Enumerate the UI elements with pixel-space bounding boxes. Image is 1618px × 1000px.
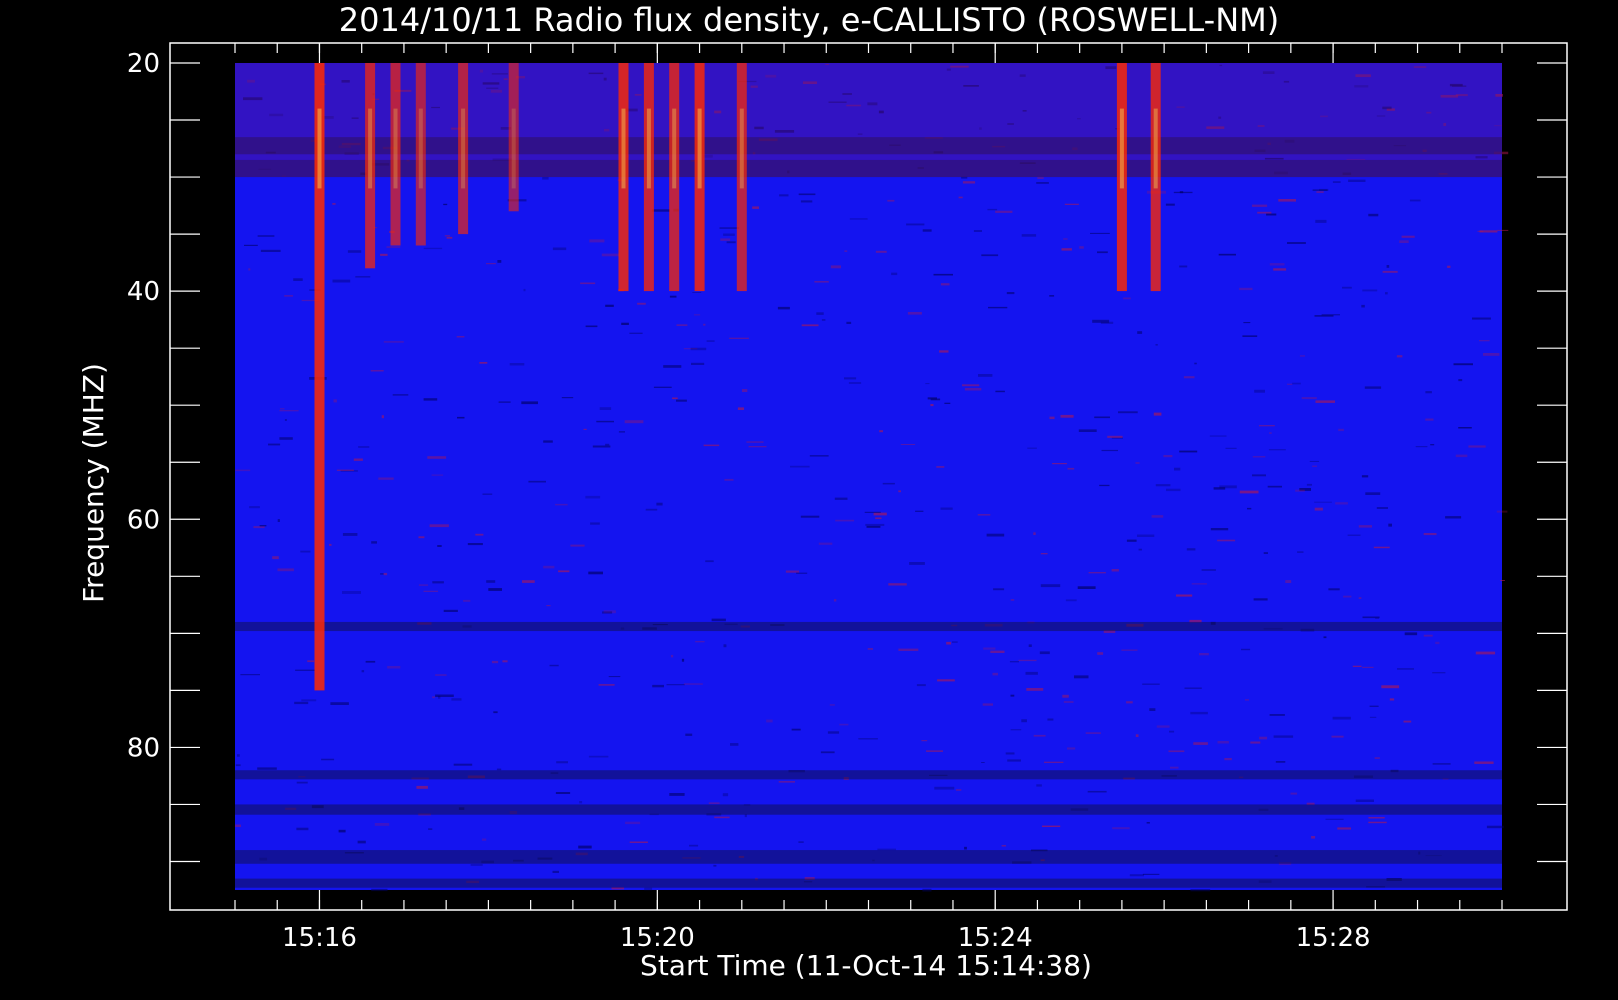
y-tick-label: 40: [127, 277, 160, 307]
burst-core: [672, 108, 677, 189]
y-tick-label: 60: [127, 505, 160, 535]
y-tick-label: 80: [127, 733, 160, 763]
burst-core: [621, 108, 626, 189]
burst-core: [368, 108, 373, 189]
y-tick-label: 20: [127, 49, 160, 79]
burst-core: [511, 108, 516, 189]
burst-core: [317, 108, 322, 189]
burst-core: [1119, 108, 1124, 189]
x-tick-label: 15:28: [1296, 923, 1371, 953]
y-axis-label: Frequency (MHZ): [77, 363, 110, 603]
burst-core: [393, 108, 398, 189]
spectrogram-chart: 2014/10/11 Radio flux density, e-CALLIST…: [77, 1, 1568, 982]
chart-title: 2014/10/11 Radio flux density, e-CALLIST…: [339, 1, 1279, 39]
burst-core: [739, 108, 744, 189]
burst-core: [646, 108, 651, 189]
burst-core: [418, 108, 423, 189]
x-tick-label: 15:16: [282, 923, 357, 953]
x-axis-label: Start Time (11-Oct-14 15:14:38): [640, 949, 1092, 982]
burst-core: [461, 108, 466, 189]
burst-core: [1153, 108, 1158, 189]
burst-core: [697, 108, 702, 189]
heatmap-area: [235, 63, 1509, 892]
